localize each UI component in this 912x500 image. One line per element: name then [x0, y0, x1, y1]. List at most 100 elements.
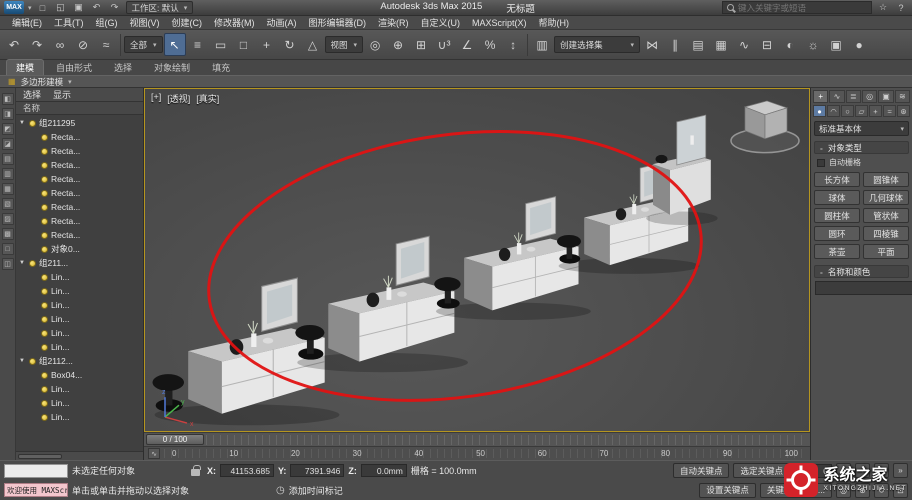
time-slider-handle[interactable]: 0 / 100 — [146, 434, 204, 445]
x-coordinate-field[interactable]: 41153.685 — [220, 464, 274, 477]
open-file-icon[interactable]: ◱ — [54, 1, 68, 14]
scene-item[interactable]: Recta... — [16, 158, 143, 172]
modify-tab-icon[interactable]: ∿ — [829, 90, 844, 103]
spacewarps-category-icon[interactable]: ≈ — [883, 105, 896, 117]
primitive-category-dropdown[interactable]: 标准基本体 ▾ — [814, 121, 909, 136]
select-and-move-icon[interactable]: + — [256, 33, 278, 56]
motion-tab-icon[interactable]: ◎ — [862, 90, 877, 103]
scene-item[interactable]: Lin... — [16, 312, 143, 326]
object-type-button[interactable]: 圆锥体 — [863, 172, 909, 187]
scene-item[interactable]: ▼ 组211295 — [16, 116, 143, 130]
side-toolbar-icon[interactable]: ◫ — [2, 258, 14, 270]
object-type-button[interactable]: 圆柱体 — [814, 208, 860, 223]
scene-item[interactable]: Lin... — [16, 326, 143, 340]
explorer-menu-display[interactable]: 显示 — [53, 88, 71, 101]
align-icon[interactable]: ∥ — [664, 33, 686, 56]
scene-item[interactable]: 对象0... — [16, 242, 143, 256]
explorer-hscrollbar[interactable] — [16, 451, 143, 460]
object-name-input[interactable] — [815, 281, 912, 295]
time-slider[interactable]: 0 / 100 — [144, 432, 810, 446]
cameras-category-icon[interactable]: ▱ — [855, 105, 868, 117]
helpers-category-icon[interactable]: + — [869, 105, 882, 117]
help-icon[interactable]: ? — [894, 1, 908, 14]
select-by-name-icon[interactable]: ≡ — [187, 33, 209, 56]
menu-item[interactable]: 自定义(U) — [415, 16, 467, 29]
reference-coordinate-dropdown[interactable]: 视图 ▾ — [325, 36, 364, 53]
menu-item[interactable]: 编辑(E) — [6, 16, 48, 29]
viewport-general-menu[interactable]: [+] — [151, 92, 161, 105]
named-selection-sets-field[interactable]: 创建选择集 ▾ — [554, 36, 640, 53]
unlink-selection-icon[interactable]: ⊘ — [72, 33, 94, 56]
side-toolbar-icon[interactable]: ▤ — [2, 153, 14, 165]
menu-item[interactable]: 组(G) — [90, 16, 124, 29]
scene-item[interactable]: Lin... — [16, 270, 143, 284]
select-object-icon[interactable]: ↖ — [164, 33, 186, 56]
menu-item[interactable]: 创建(C) — [166, 16, 209, 29]
menu-item[interactable]: 视图(V) — [124, 16, 166, 29]
track-bar-ruler[interactable]: 0102030405060708090100 — [164, 449, 806, 458]
undo-quick-icon[interactable]: ↶ — [90, 1, 104, 14]
scene-item[interactable]: Lin... — [16, 410, 143, 424]
edit-named-sets-icon[interactable]: ▥ — [531, 33, 553, 56]
expand-icon[interactable]: ▼ — [19, 120, 26, 126]
side-toolbar-icon[interactable]: ◪ — [2, 138, 14, 150]
select-and-manipulate-icon[interactable]: ⊕ — [387, 33, 409, 56]
scene-item[interactable]: Recta... — [16, 200, 143, 214]
systems-category-icon[interactable]: ⊛ — [897, 105, 910, 117]
viewport-shading-menu[interactable]: [真实] — [196, 92, 219, 105]
object-type-button[interactable]: 长方体 — [814, 172, 860, 187]
side-toolbar-icon[interactable]: ▩ — [2, 228, 14, 240]
select-and-rotate-icon[interactable]: ↻ — [279, 33, 301, 56]
scene-item[interactable]: Box04... — [16, 368, 143, 382]
scene-item[interactable]: Recta... — [16, 130, 143, 144]
mirror-icon[interactable]: ⋈ — [641, 33, 663, 56]
graphite-ribbon-icon[interactable]: ▦ — [710, 33, 732, 56]
menu-item[interactable]: 图形编辑器(D) — [303, 16, 373, 29]
spinner-snap-icon[interactable]: ↕ — [502, 33, 524, 56]
macro-recorder-line[interactable] — [4, 464, 68, 478]
explorer-hscrollbar-thumb[interactable] — [18, 454, 62, 459]
side-toolbar-icon[interactable]: ◩ — [2, 123, 14, 135]
ribbon-tab[interactable]: 填充 — [202, 59, 240, 75]
scene-item[interactable]: Lin... — [16, 340, 143, 354]
viewport-pov-menu[interactable]: [透视] — [167, 92, 190, 105]
select-and-scale-icon[interactable]: △ — [302, 33, 324, 56]
redo-quick-icon[interactable]: ↷ — [108, 1, 122, 14]
bind-to-space-warp-icon[interactable]: ≈ — [95, 33, 117, 56]
scene-item[interactable]: Lin... — [16, 284, 143, 298]
chevron-down-icon[interactable]: ▾ — [68, 78, 72, 86]
object-type-button[interactable]: 平面 — [863, 244, 909, 259]
percent-snap-icon[interactable]: % — [479, 33, 501, 56]
shapes-category-icon[interactable]: ◠ — [827, 105, 840, 117]
scene-item[interactable]: Recta... — [16, 214, 143, 228]
workspace-dropdown[interactable]: 工作区: 默认 ▾ — [126, 1, 194, 14]
scene-item[interactable]: Recta... — [16, 186, 143, 200]
schematic-view-icon[interactable]: ⊟ — [756, 33, 778, 56]
scene-item[interactable]: Lin... — [16, 298, 143, 312]
object-type-button[interactable]: 几何球体 — [863, 190, 909, 205]
rectangular-selection-icon[interactable]: ▭ — [210, 33, 232, 56]
side-toolbar-icon[interactable]: ▧ — [2, 198, 14, 210]
maxscript-mini-listener[interactable]: 欢迎使用 MAXScript — [4, 483, 68, 497]
keyboard-override-icon[interactable]: ⊞ — [410, 33, 432, 56]
object-type-rollout-header[interactable]: - 对象类型 — [814, 141, 909, 154]
search-input[interactable] — [738, 3, 867, 13]
ribbon-tab[interactable]: 建模 — [6, 59, 44, 75]
y-coordinate-field[interactable]: 7391.946 — [290, 464, 344, 477]
save-file-icon[interactable]: ▣ — [72, 1, 86, 14]
scene-item[interactable]: Lin... — [16, 382, 143, 396]
explorer-menu-select[interactable]: 选择 — [23, 88, 41, 101]
material-editor-icon[interactable]: ◐ — [779, 33, 801, 56]
layer-manager-icon[interactable]: ▤ — [687, 33, 709, 56]
geometry-category-icon[interactable]: ● — [813, 105, 826, 117]
select-and-link-icon[interactable]: ∞ — [49, 33, 71, 56]
curve-editor-icon[interactable]: ∿ — [733, 33, 755, 56]
scene-item[interactable]: Recta... — [16, 228, 143, 242]
side-toolbar-icon[interactable]: ◧ — [2, 93, 14, 105]
scene-item[interactable]: ▼ 组2112... — [16, 354, 143, 368]
perspective-viewport[interactable]: [+] [透视] [真实] — [144, 88, 810, 432]
render-setup-icon[interactable]: ☼ — [802, 33, 824, 56]
undo-icon[interactable]: ↶ — [3, 33, 25, 56]
object-type-button[interactable]: 球体 — [814, 190, 860, 205]
object-type-button[interactable]: 四棱锥 — [863, 226, 909, 241]
